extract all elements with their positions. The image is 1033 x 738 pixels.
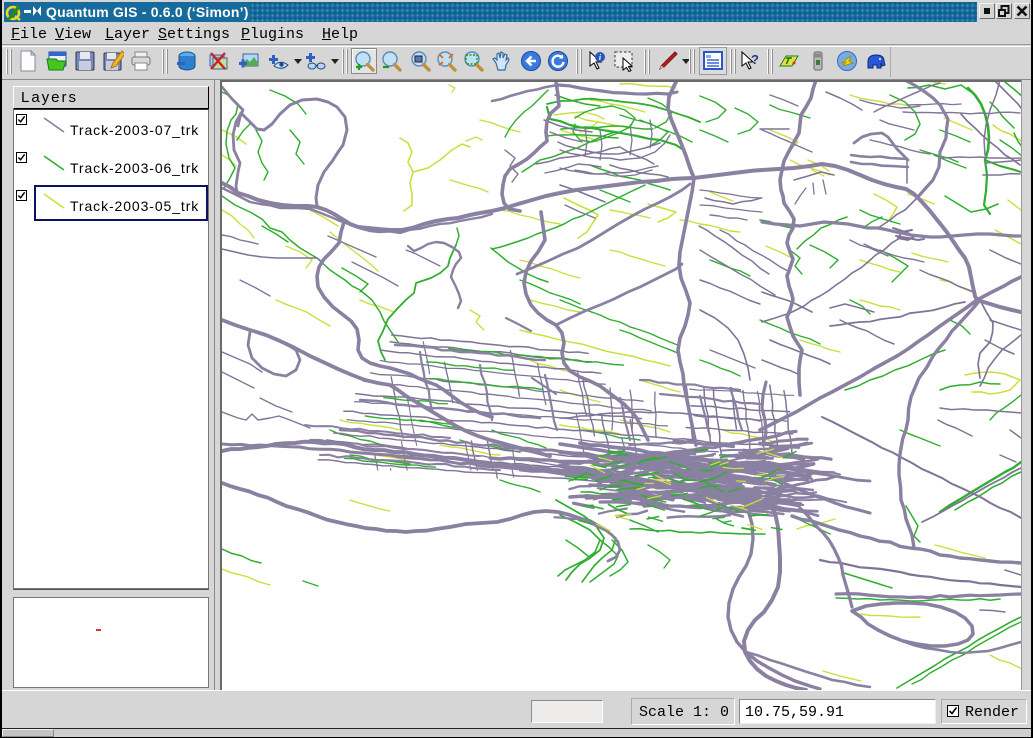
svg-text:?: ?	[751, 52, 759, 67]
